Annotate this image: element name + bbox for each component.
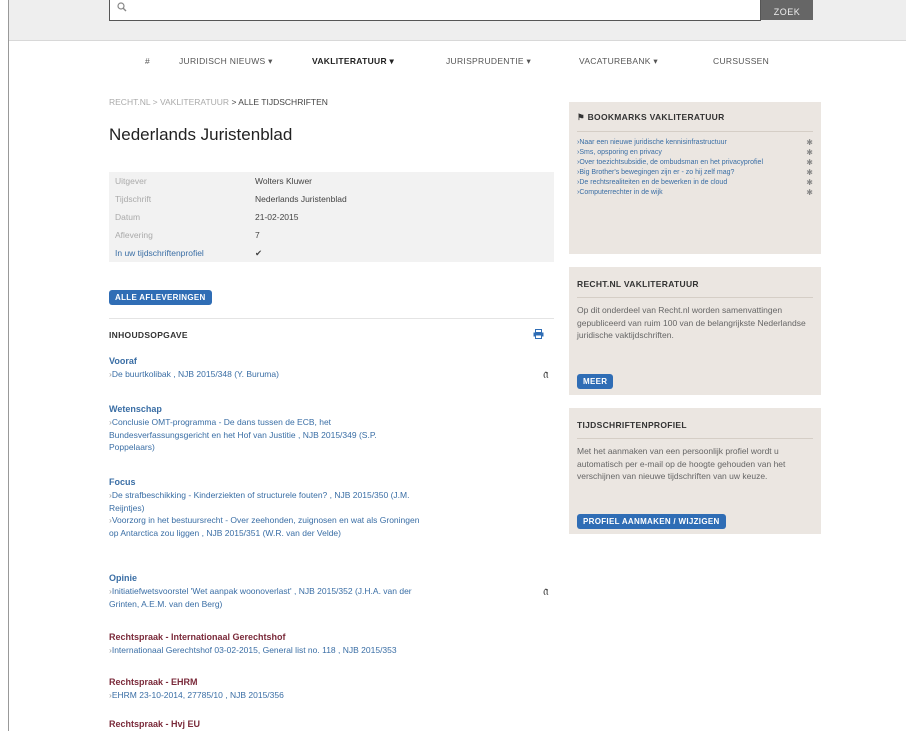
meta-value: Nederlands Juristenblad [255,194,347,204]
profile-link[interactable]: In uw tijdschriftenprofiel [115,248,204,258]
vakliteratuur-text: Op dit onderdeel van Recht.nl worden sam… [577,305,806,340]
toc-article-link[interactable]: ›EHRM 23-10-2014, 27785/10 , NJB 2015/35… [109,689,529,702]
lock-icon: 𝔞 [543,583,549,598]
bookmark-item[interactable]: ›Big Brother's bewegingen zijn er - zo h… [577,168,813,178]
nav-vakliteratuur[interactable]: VAKLITERATUUR ▾ [312,56,394,67]
toc-section: Focus ›De strafbeschikking - Kinderziekt… [109,477,529,539]
meta-key: Datum [115,212,141,222]
toc-section-title: Opinie [109,573,138,583]
nav-juridisch-nieuws[interactable]: JURIDISCH NIEUWS ▾ [179,56,273,67]
meta-value: Wolters Kluwer [255,176,312,186]
divider [109,318,554,319]
toc-section-title: Wetenschap [109,404,162,414]
bookmark-icon: ⚑ [577,112,585,122]
toc-section: Rechtspraak - Internationaal Gerechtshof… [109,632,529,657]
bookmark-item[interactable]: ›De rechtsrealiteiten en de bewerken in … [577,178,813,188]
toc-article-link[interactable]: ›De buurtkolibak , NJB 2015/348 (Y. Buru… [109,368,529,381]
toc-section: Vooraf ›De buurtkolibak , NJB 2015/348 (… [109,356,529,381]
remove-bookmark-icon[interactable]: ✱ [806,178,813,188]
profiel-text: Met het aanmaken van een persoonlijk pro… [577,446,786,481]
toc-section-title: Vooraf [109,356,137,366]
toc-section: Rechtspraak - Hvj EU [109,719,529,731]
search-icon[interactable] [117,2,127,12]
breadcrumb-current: > ALLE TIJDSCHRIFTEN [231,97,328,107]
toc-article-link[interactable]: ›Internationaal Gerechtshof 03-02-2015, … [109,644,529,657]
page-title: Nederlands Juristenblad [109,125,293,144]
all-issues-button[interactable]: ALLE AFLEVERINGEN [109,290,212,305]
nav-cursussen[interactable]: CURSUSSEN [713,56,769,66]
lock-icon: 𝔞 [543,366,549,381]
toc-section-title: Focus [109,477,136,487]
breadcrumb-home[interactable]: RECHT.NL [109,97,150,107]
vakliteratuur-box: RECHT.NL VAKLITERATUUR Op dit onderdeel … [569,267,821,395]
toc-section-title: Rechtspraak - EHRM [109,677,198,687]
toc-section: Wetenschap ›Conclusie OMT-programma - De… [109,404,529,454]
main-nav: # JURIDISCH NIEUWS ▾ VAKLITERATUUR ▾ JUR… [9,56,906,80]
search-input[interactable] [109,0,761,21]
meta-row: Tijdschrift Nederlands Juristenblad [109,190,554,208]
profile-check-icon[interactable]: ✔ [255,248,262,259]
remove-bookmark-icon[interactable]: ✱ [806,168,813,178]
toc-article-link[interactable]: ›Voorzorg in het bestuursrecht - Over ze… [109,514,529,539]
meer-button[interactable]: MEER [577,374,614,389]
remove-bookmark-icon[interactable]: ✱ [806,138,813,148]
publication-meta: Uitgever Wolters Kluwer Tijdschrift Nederl… [109,172,554,262]
browser-page: ZOEK # JURIDISCH NIEUWS ▾ VAKLITERATUUR … [8,0,906,731]
vakliteratuur-title: RECHT.NL VAKLITERATUUR [577,279,699,289]
meta-row: Datum 21-02-2015 [109,208,554,226]
meta-key: Tijdschrift [115,194,152,204]
meta-key: Uitgever [115,176,147,186]
nav-home-icon[interactable]: # [145,56,150,66]
search-button[interactable]: ZOEK [761,0,813,20]
meta-row: Uitgever Wolters Kluwer [109,172,554,190]
profiel-title: TIJDSCHRIFTENPROFIEL [577,420,687,430]
print-icon[interactable] [533,329,544,339]
toc-section: Opinie ›Initiatiefwetsvoorstel 'Wet aanp… [109,573,529,610]
bookmarks-box: ⚑ BOOKMARKS VAKLITERATUUR ›Naar een nieu… [569,102,821,254]
toc-article-link[interactable]: ›De strafbeschikking - Kinderziekten of … [109,489,529,514]
profiel-box: TIJDSCHRIFTENPROFIEL Met het aanmaken va… [569,408,821,534]
toc-section: Rechtspraak - EHRM ›EHRM 23-10-2014, 277… [109,677,529,702]
profiel-button[interactable]: PROFIEL AANMAKEN / WIJZIGEN [577,514,726,529]
bookmark-item[interactable]: ›Over toezichtsubsidie, de ombudsman en … [577,158,813,168]
toc-section-title: Rechtspraak - Hvj EU [109,719,201,729]
breadcrumb: RECHT.NL > VAKLITERATUUR > ALLE TIJDSCHR… [109,97,328,107]
meta-value: 21-02-2015 [255,212,299,222]
meta-row: In uw tijdschriftenprofiel ✔ [109,244,554,262]
remove-bookmark-icon[interactable]: ✱ [806,148,813,158]
remove-bookmark-icon[interactable]: ✱ [806,158,813,168]
bookmarks-title: ⚑ BOOKMARKS VAKLITERATUUR [577,112,725,122]
toc-section-title: Rechtspraak - Internationaal Gerechtshof [109,632,286,642]
remove-bookmark-icon[interactable]: ✱ [806,188,813,198]
toc-article-link[interactable]: ›Conclusie OMT-programma - De dans tusse… [109,416,529,454]
nav-vacaturebank[interactable]: VACATUREBANK ▾ [579,56,658,67]
bookmark-item[interactable]: ›Computerrechter in de wijk ✱ [577,188,813,198]
bookmark-item[interactable]: ›Sms, opsporing en privacy ✱ [577,148,813,158]
nav-jurisprudentie[interactable]: JURISPRUDENTIE ▾ [446,56,531,67]
breadcrumb-vakliteratuur[interactable]: > VAKLITERATUUR [153,97,229,107]
toc-article-link[interactable]: ›Initiatiefwetsvoorstel 'Wet aanpak woon… [109,585,529,610]
meta-key: Aflevering [115,230,153,240]
meta-value: 7 [255,230,260,240]
bookmark-item[interactable]: ›Naar een nieuwe juridische kennisinfras… [577,138,813,148]
meta-row: Aflevering 7 [109,226,554,244]
toc-heading: INHOUDSOPGAVE [109,330,188,340]
